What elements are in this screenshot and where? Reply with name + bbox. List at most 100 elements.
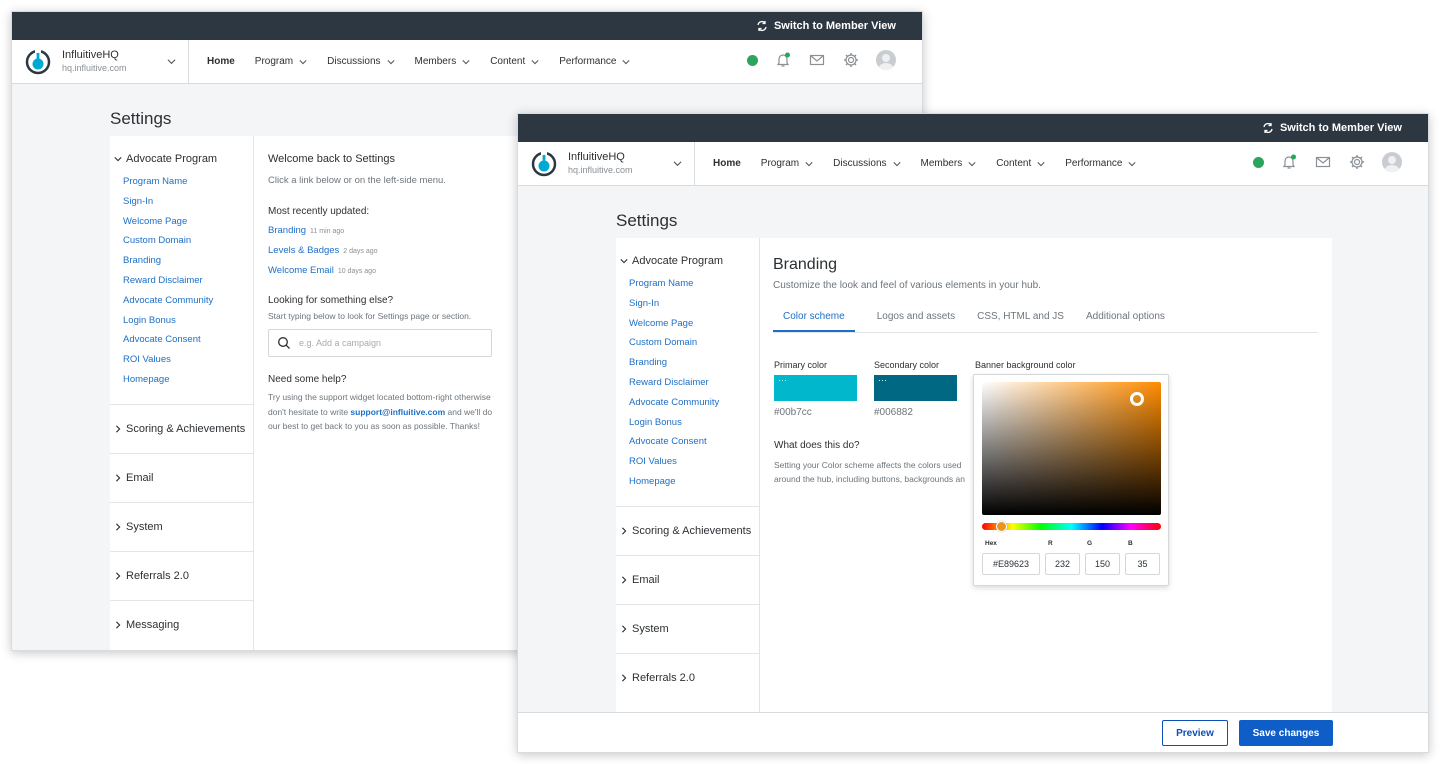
g-input[interactable]: 150 bbox=[1085, 553, 1120, 575]
status-dot bbox=[1253, 156, 1264, 168]
sidebar-item-branding[interactable]: Branding bbox=[123, 251, 253, 271]
branding-tabs: Color scheme Logos and assets CSS, HTML … bbox=[773, 311, 1318, 333]
hue-slider[interactable] bbox=[982, 523, 1161, 530]
sidebar-item-sign-in[interactable]: Sign-In bbox=[629, 294, 759, 314]
gear-icon[interactable] bbox=[842, 51, 860, 69]
r-input[interactable]: 232 bbox=[1045, 553, 1080, 575]
tab-logos-assets[interactable]: Logos and assets bbox=[877, 311, 955, 332]
sidebar-item-advocate-community[interactable]: Advocate Community bbox=[123, 291, 253, 311]
mail-icon[interactable] bbox=[808, 51, 826, 69]
mail-icon[interactable] bbox=[1314, 153, 1332, 171]
sidebar-section-system[interactable]: System bbox=[616, 603, 759, 653]
tab-css-html-js[interactable]: CSS, HTML and JS bbox=[977, 311, 1064, 332]
chevron-down-icon bbox=[167, 59, 176, 65]
top-bar: Switch to Member View bbox=[12, 12, 922, 40]
sidebar-item-advocate-consent[interactable]: Advocate Consent bbox=[629, 432, 759, 452]
sidebar-item-homepage[interactable]: Homepage bbox=[629, 472, 759, 492]
search-input[interactable]: e.g. Add a campaign bbox=[299, 338, 381, 348]
nav-home[interactable]: Home bbox=[207, 56, 235, 67]
nav-menu: Home Program Discussions Members Content… bbox=[695, 142, 1156, 185]
save-changes-button[interactable]: Save changes bbox=[1239, 720, 1333, 746]
navbar-icons bbox=[1253, 152, 1402, 172]
settings-sidebar: Advocate Program Program Name Sign-In We… bbox=[110, 136, 253, 650]
sidebar-section-referrals[interactable]: Referrals 2.0 bbox=[110, 550, 253, 600]
sidebar-item-branding[interactable]: Branding bbox=[629, 353, 759, 373]
nav-discussions[interactable]: Discussions bbox=[833, 158, 901, 169]
primary-color-swatch[interactable]: ··· bbox=[774, 375, 857, 401]
preview-button[interactable]: Preview bbox=[1162, 720, 1228, 746]
sidebar-section-email[interactable]: Email bbox=[616, 554, 759, 604]
sidebar-item-program-name[interactable]: Program Name bbox=[123, 172, 253, 192]
sidebar-item-advocate-community[interactable]: Advocate Community bbox=[629, 393, 759, 413]
switch-member-view-link[interactable]: Switch to Member View bbox=[1280, 122, 1402, 134]
sidebar-section-email[interactable]: Email bbox=[110, 452, 253, 502]
sidebar-section-scoring[interactable]: Scoring & Achievements bbox=[616, 505, 759, 555]
nav-program[interactable]: Program bbox=[761, 158, 813, 169]
sidebar-item-welcome-page[interactable]: Welcome Page bbox=[123, 212, 253, 232]
nav-performance[interactable]: Performance bbox=[1065, 158, 1137, 169]
banner-color-field: Banner background color bbox=[975, 360, 1076, 370]
avatar[interactable] bbox=[876, 50, 896, 70]
sidebar-item-roi-values[interactable]: ROI Values bbox=[629, 452, 759, 472]
nav-performance[interactable]: Performance bbox=[559, 56, 631, 67]
sidebar-section-referrals[interactable]: Referrals 2.0 bbox=[616, 652, 759, 702]
sidebar-item-welcome-page[interactable]: Welcome Page bbox=[629, 314, 759, 334]
main-navbar: InfluitiveHQ hq.influitive.com Home Progr… bbox=[12, 40, 922, 84]
color-picker-knob[interactable] bbox=[1130, 392, 1144, 406]
search-icon bbox=[278, 337, 290, 349]
sidebar-section-system[interactable]: System bbox=[110, 501, 253, 551]
sidebar-section-messaging[interactable]: Messaging bbox=[110, 599, 253, 649]
sidebar-item-reward-disclaimer[interactable]: Reward Disclaimer bbox=[629, 373, 759, 393]
recent-link-levels-badges[interactable]: Levels & Badges bbox=[268, 245, 339, 256]
secondary-color-swatch[interactable]: ··· bbox=[874, 375, 957, 401]
brand-switcher[interactable]: InfluitiveHQ hq.influitive.com bbox=[12, 40, 189, 83]
sidebar-item-login-bonus[interactable]: Login Bonus bbox=[629, 413, 759, 433]
sidebar-item-login-bonus[interactable]: Login Bonus bbox=[123, 311, 253, 331]
sidebar-section-label: System bbox=[632, 622, 669, 635]
sidebar-item-reward-disclaimer[interactable]: Reward Disclaimer bbox=[123, 271, 253, 291]
bell-icon[interactable] bbox=[1280, 153, 1298, 171]
chevron-right-icon bbox=[622, 674, 627, 682]
sidebar-item-advocate-consent[interactable]: Advocate Consent bbox=[123, 330, 253, 350]
influitive-logo-icon bbox=[531, 150, 557, 176]
help-text-part: don't hesitate to write bbox=[268, 406, 351, 417]
sidebar-item-sign-in[interactable]: Sign-In bbox=[123, 192, 253, 212]
nav-performance-label: Performance bbox=[559, 56, 617, 67]
tab-additional-options[interactable]: Additional options bbox=[1086, 311, 1165, 332]
nav-content[interactable]: Content bbox=[996, 158, 1045, 169]
sidebar-group-advocate-program[interactable]: Advocate Program bbox=[110, 153, 253, 165]
settings-search[interactable]: e.g. Add a campaign bbox=[268, 329, 492, 357]
chevron-down-icon bbox=[1128, 161, 1137, 166]
nav-discussions[interactable]: Discussions bbox=[327, 56, 395, 67]
brand-switcher[interactable]: InfluitiveHQ hq.influitive.com bbox=[518, 142, 695, 185]
hue-slider-handle[interactable] bbox=[996, 521, 1007, 532]
user-icon bbox=[1384, 156, 1400, 172]
avatar[interactable] bbox=[1382, 152, 1402, 172]
recent-link-branding[interactable]: Branding bbox=[268, 225, 306, 236]
nav-home[interactable]: Home bbox=[713, 158, 741, 169]
sidebar-item-custom-domain[interactable]: Custom Domain bbox=[123, 231, 253, 251]
nav-members[interactable]: Members bbox=[921, 158, 977, 169]
b-input[interactable]: 35 bbox=[1125, 553, 1160, 575]
sidebar-item-roi-values[interactable]: ROI Values bbox=[123, 350, 253, 370]
nav-program[interactable]: Program bbox=[255, 56, 307, 67]
switch-member-view-link[interactable]: Switch to Member View bbox=[774, 20, 896, 32]
sidebar-item-program-name[interactable]: Program Name bbox=[629, 274, 759, 294]
bell-icon[interactable] bbox=[774, 51, 792, 69]
gear-icon[interactable] bbox=[1348, 153, 1366, 171]
r-label: R bbox=[1048, 540, 1053, 547]
sidebar-group-advocate-program[interactable]: Advocate Program bbox=[616, 255, 759, 267]
hex-input[interactable]: #E89623 bbox=[982, 553, 1040, 575]
sidebar-item-custom-domain[interactable]: Custom Domain bbox=[629, 333, 759, 353]
nav-members[interactable]: Members bbox=[415, 56, 471, 67]
chevron-down-icon bbox=[531, 59, 539, 64]
sidebar-section-label: Scoring & Achievements bbox=[126, 422, 246, 435]
nav-content[interactable]: Content bbox=[490, 56, 539, 67]
tab-color-scheme[interactable]: Color scheme bbox=[773, 311, 855, 332]
sidebar-item-homepage[interactable]: Homepage bbox=[123, 370, 253, 390]
recent-link-welcome-email[interactable]: Welcome Email bbox=[268, 265, 334, 276]
sidebar-section-label: System bbox=[126, 520, 163, 533]
support-email-link[interactable]: support@influitive.com bbox=[350, 407, 445, 417]
sidebar-section-scoring[interactable]: Scoring & Achievements bbox=[110, 403, 253, 453]
nav-members-label: Members bbox=[414, 56, 457, 67]
